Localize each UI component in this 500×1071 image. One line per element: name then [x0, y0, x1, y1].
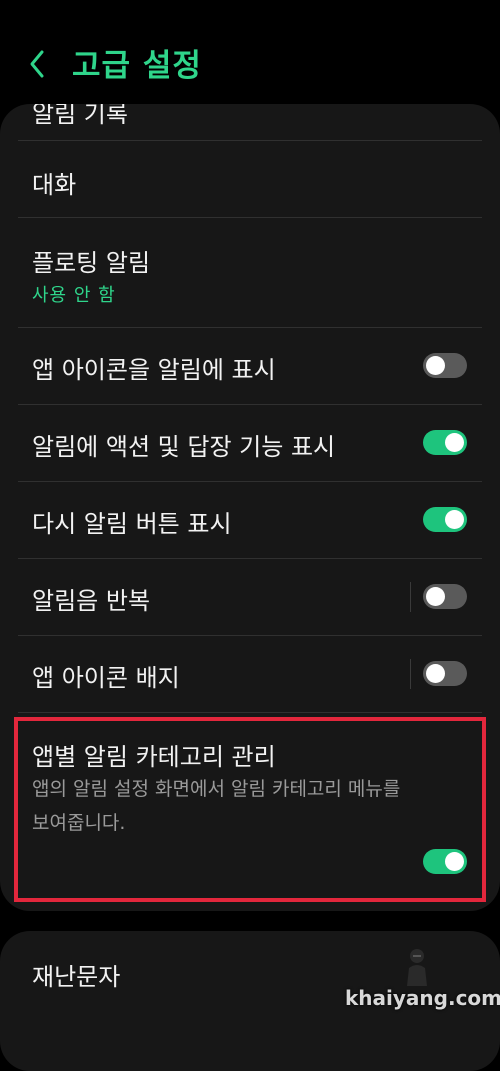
toggle-knob: [426, 587, 445, 606]
vertical-separator: [410, 659, 411, 689]
settings-item-notification-history[interactable]: 알림 기록: [0, 104, 500, 140]
watermark-avatar-icon: [402, 946, 432, 986]
settings-item-label: 알림 기록: [32, 104, 128, 128]
toggle-switch[interactable]: [423, 584, 467, 609]
back-button[interactable]: [24, 44, 54, 84]
settings-item-actions-and-replies[interactable]: 알림에 액션 및 답장 기능 표시: [0, 405, 500, 481]
settings-item-conversations[interactable]: 대화: [0, 141, 500, 217]
settings-item-label: 대화: [32, 171, 77, 199]
page-title: 고급 설정: [72, 48, 202, 84]
settings-item-label: 앱 아이콘을 알림에 표시: [32, 356, 276, 384]
toggle-knob: [426, 664, 445, 683]
settings-item-per-app-categories[interactable]: 앱별 알림 카테고리 관리 앱의 알림 설정 화면에서 알림 카테고리 메뉴를 …: [0, 713, 500, 903]
settings-item-repeat-sound[interactable]: 알림음 반복: [0, 559, 500, 635]
settings-item-description: 앱의 알림 설정 화면에서 알림 카테고리 메뉴를 보여줍니다.: [32, 772, 452, 840]
toggle-knob: [426, 356, 445, 375]
toggle-knob: [445, 433, 464, 452]
settings-item-label: 앱별 알림 카테고리 관리: [32, 743, 276, 771]
toggle-switch[interactable]: [423, 661, 467, 686]
chevron-left-icon: [30, 50, 44, 78]
watermark-text: khaiyang.com: [345, 986, 500, 1010]
description-line: 앱의 알림 설정 화면에서 알림 카테고리 메뉴를: [32, 778, 401, 800]
app-header: 고급 설정: [0, 0, 500, 104]
toggle-switch[interactable]: [423, 507, 467, 532]
settings-card: 알림 기록 대화 플로팅 알림 사용 안 함 앱 아이콘을 알림에 표시 알림에…: [0, 104, 500, 911]
settings-item-show-app-icon[interactable]: 앱 아이콘을 알림에 표시: [0, 328, 500, 404]
toggle-knob: [445, 510, 464, 529]
description-line: 보여줍니다.: [32, 812, 126, 834]
settings-item-snooze-button[interactable]: 다시 알림 버튼 표시: [0, 482, 500, 558]
settings-item-floating-notifications[interactable]: 플로팅 알림 사용 안 함: [0, 218, 500, 326]
settings-item-label: 다시 알림 버튼 표시: [32, 510, 232, 538]
settings-item-label: 앱 아이콘 배지: [32, 664, 180, 692]
toggle-switch[interactable]: [423, 430, 467, 455]
settings-item-label: 재난문자: [32, 963, 121, 991]
toggle-switch[interactable]: [423, 849, 467, 874]
settings-item-label: 플로팅 알림: [32, 249, 151, 277]
settings-item-label: 알림에 액션 및 답장 기능 표시: [32, 433, 336, 461]
settings-item-label: 알림음 반복: [32, 587, 151, 615]
settings-item-value: 사용 안 함: [32, 285, 116, 306]
toggle-knob: [445, 852, 464, 871]
vertical-separator: [410, 582, 411, 612]
settings-item-app-icon-badges[interactable]: 앱 아이콘 배지: [0, 636, 500, 712]
toggle-switch[interactable]: [423, 353, 467, 378]
